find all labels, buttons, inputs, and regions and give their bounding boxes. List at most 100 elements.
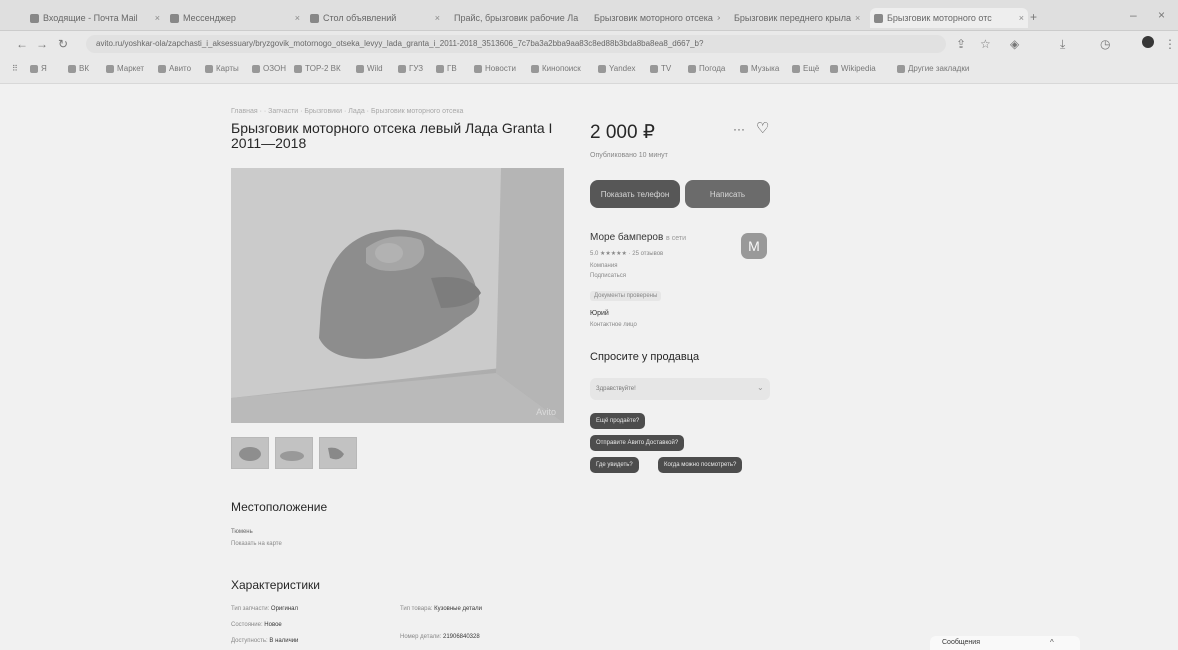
thumbnail[interactable] — [231, 437, 269, 469]
bookmark-favicon-icon — [650, 64, 658, 73]
tab-favicon-icon — [30, 13, 39, 23]
extension-icon[interactable]: ◈ — [1010, 37, 1019, 51]
bookmark-favicon-icon — [356, 64, 364, 73]
listing-title: Брызговик моторного отсека левый Лада Gr… — [231, 120, 553, 151]
bookmark-favicon-icon — [474, 64, 482, 73]
favorite-heart-icon[interactable]: ♡ — [756, 119, 769, 137]
browser-tab[interactable]: Брызговик переднего крыла × — [730, 8, 860, 28]
bookmark-item[interactable]: ГУЗ — [398, 64, 423, 73]
seller-avatar[interactable]: M — [741, 233, 767, 259]
profile-avatar-icon[interactable] — [1142, 36, 1154, 48]
bookmark-item[interactable]: Авито — [158, 64, 191, 73]
write-message-button[interactable]: Написать — [685, 180, 770, 208]
quick-question-chip[interactable]: Ещё продаёте? — [590, 413, 646, 429]
bookmark-item[interactable]: Погода — [688, 64, 725, 73]
tab-favicon-icon — [874, 13, 883, 23]
close-icon[interactable]: × — [295, 13, 300, 23]
download-icon[interactable]: ⤓ — [1060, 37, 1065, 52]
browser-tab[interactable]: Входящие - Почта Mail × — [30, 8, 160, 28]
reload-icon[interactable]: ↻ — [58, 37, 68, 51]
quick-question-chip[interactable]: Отправите Авито Доставкой? — [590, 435, 685, 451]
bookmark-item[interactable]: ВК — [68, 64, 89, 73]
new-tab-icon[interactable]: + — [1030, 10, 1037, 24]
chevron-up-icon[interactable]: ^ — [1050, 638, 1054, 647]
bookmark-item[interactable]: Wild — [356, 64, 383, 73]
bookmark-item[interactable]: Музыка — [740, 64, 779, 73]
page-content — [0, 84, 1178, 650]
minimize-icon[interactable]: – — [1130, 8, 1137, 22]
bookmark-item[interactable]: Ещё — [792, 64, 819, 73]
breadcrumb[interactable]: Главная · · Запчасти · Брызговики · Лада… — [231, 108, 463, 115]
contact-role: Контактное лицо — [590, 322, 637, 328]
show-phone-button[interactable]: Показать телефон — [590, 180, 680, 208]
thumbnail[interactable] — [319, 437, 357, 469]
show-on-map-link[interactable]: Показать на карте — [231, 541, 282, 547]
watermark-logo: Avito — [536, 407, 556, 417]
close-icon[interactable]: × — [155, 13, 160, 23]
bookmark-favicon-icon — [205, 64, 213, 73]
chevron-down-icon[interactable]: ⌄ — [757, 383, 764, 392]
bookmark-favicon-icon — [830, 64, 838, 73]
bookmark-item[interactable]: TOP-2 ВК — [294, 64, 341, 73]
product-photo[interactable]: Avito — [231, 168, 564, 423]
browser-tab[interactable]: Брызговик моторного отсека × — [590, 8, 720, 28]
apps-icon[interactable]: ⠿ — [12, 64, 18, 73]
forward-icon[interactable]: → — [36, 37, 48, 51]
bookmark-item[interactable]: ГВ — [436, 64, 457, 73]
bookmark-item[interactable]: Карты — [205, 64, 239, 73]
bookmark-item[interactable]: Yandex — [598, 64, 636, 73]
spec-row: Номер детали: 21906840328 — [400, 634, 480, 640]
quick-question-chip[interactable]: Где увидеть? — [590, 457, 639, 473]
window-close-icon[interactable]: × — [1158, 8, 1165, 22]
close-icon[interactable]: × — [717, 13, 720, 23]
browser-tab[interactable]: Прайс, брызговик рабочие Ла× — [450, 8, 580, 28]
spec-row: Тип запчасти: Оригинал — [231, 606, 298, 612]
price: 2 000 ₽ — [590, 122, 655, 143]
browser-tab[interactable]: Стол объявлений × — [310, 8, 440, 28]
bookmark-item[interactable]: Другие закладки — [897, 64, 969, 73]
location-city: Тюмень — [231, 529, 253, 535]
bookmark-item[interactable]: Маркет — [106, 64, 144, 73]
seller-type: Компания — [590, 263, 618, 269]
address-bar[interactable]: avito.ru/yoshkar-ola/zapchasti_i_aksessu… — [86, 35, 946, 53]
close-icon[interactable]: × — [1019, 13, 1024, 23]
publish-date: Опубликовано 10 минут — [590, 152, 668, 159]
contact-name: Юрий — [590, 310, 609, 317]
documents-badge: Документы проверены — [590, 291, 662, 301]
bookmark-favicon-icon — [531, 64, 539, 73]
history-icon[interactable]: ◷ — [1100, 37, 1110, 51]
bookmark-star-icon[interactable]: ☆ — [980, 37, 991, 51]
thumbnail[interactable] — [275, 437, 313, 469]
bookmark-favicon-icon — [30, 64, 38, 73]
share-icon[interactable]: ⇪ — [956, 37, 966, 51]
bookmark-favicon-icon — [436, 64, 444, 73]
location-heading: Местоположение — [231, 500, 328, 514]
messages-panel[interactable]: Сообщения ^ — [930, 636, 1080, 650]
bookmark-favicon-icon — [598, 64, 606, 73]
back-icon[interactable]: ← — [16, 37, 28, 51]
close-icon[interactable]: × — [855, 13, 860, 23]
subscribe-link[interactable]: Подписаться — [590, 273, 626, 279]
menu-icon[interactable]: ⋮ — [1164, 37, 1176, 51]
bookmark-favicon-icon — [106, 64, 114, 73]
browser-tab[interactable]: Мессенджер × — [170, 8, 300, 28]
bookmark-item[interactable]: Кинопоиск — [531, 64, 581, 73]
bookmark-item[interactable]: TV — [650, 64, 671, 73]
bookmark-favicon-icon — [158, 64, 166, 73]
more-options-icon[interactable]: ··· — [733, 122, 745, 136]
seller-rating[interactable]: 5.0 ★★★★★ · 25 отзывов — [590, 250, 663, 257]
spec-row: Состояние: Новое — [231, 622, 282, 628]
ask-seller-input[interactable]: Здравствуйте! — [590, 378, 770, 400]
bookmark-item[interactable]: ОЗОН — [252, 64, 286, 73]
bookmark-item[interactable]: Я — [30, 64, 47, 73]
tab-favicon-icon — [170, 13, 179, 23]
spec-row: Доступность: В наличии — [231, 638, 299, 644]
browser-tab-active[interactable]: Брызговик моторного отс × — [870, 8, 1028, 28]
messages-label[interactable]: Сообщения — [942, 639, 980, 646]
close-icon[interactable]: × — [435, 13, 440, 23]
bookmark-favicon-icon — [398, 64, 406, 73]
seller-name-row[interactable]: Море бамперов в сети — [590, 232, 686, 243]
bookmark-item[interactable]: Новости — [474, 64, 516, 73]
bookmark-item[interactable]: Wikipedia — [830, 64, 876, 73]
quick-question-chip[interactable]: Когда можно посмотреть? — [658, 457, 743, 473]
